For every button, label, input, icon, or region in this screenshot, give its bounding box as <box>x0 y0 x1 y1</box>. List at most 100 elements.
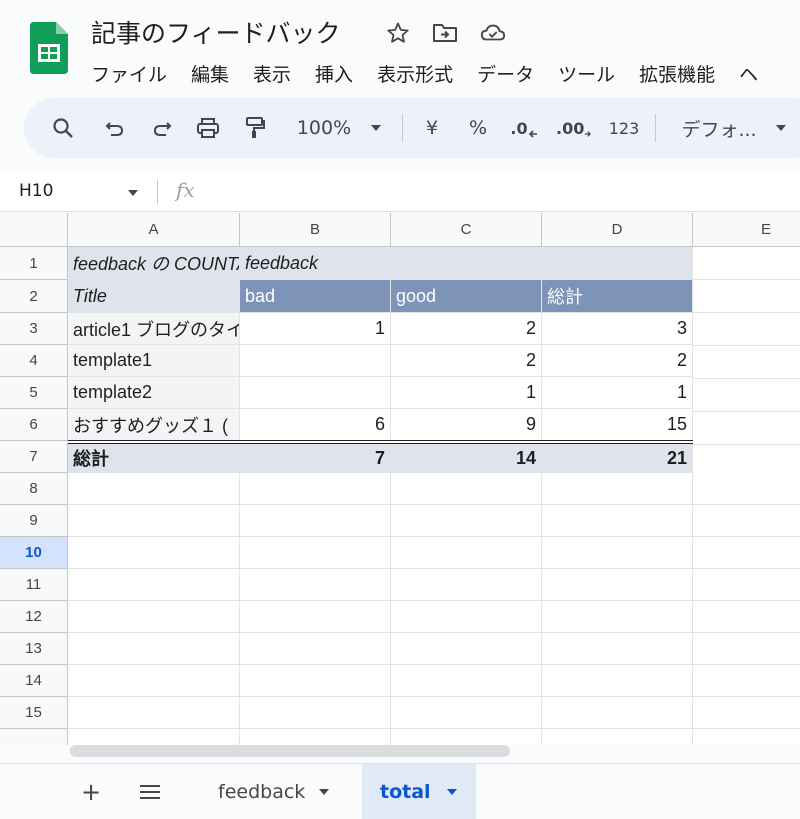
star-icon[interactable] <box>385 20 411 46</box>
table-cell[interactable]: 15 <box>542 409 693 441</box>
document-title[interactable]: 記事のフィードバック <box>91 14 341 50</box>
pivot-column-field[interactable]: feedback <box>240 247 391 280</box>
table-cell[interactable]: 6 <box>240 409 391 441</box>
row-header[interactable]: 11 <box>0 569 68 601</box>
table-cell[interactable]: 1 <box>542 377 693 409</box>
row-header[interactable]: 9 <box>0 505 68 537</box>
table-cell[interactable]: 1 <box>391 377 542 409</box>
spreadsheet-grid[interactable]: A B C D E 1 2 3 4 5 6 7 8 9 10 11 12 13 … <box>0 213 800 745</box>
tab-feedback-label: feedback <box>218 781 306 803</box>
pivot-col-good[interactable]: good <box>391 280 542 313</box>
row-header[interactable]: 8 <box>0 473 68 505</box>
zoom-caret-icon[interactable] <box>367 98 385 158</box>
row-header[interactable]: 3 <box>0 313 68 345</box>
cloud-saved-icon[interactable] <box>480 20 506 46</box>
row-header[interactable]: 15 <box>0 697 68 729</box>
row-header[interactable]: 16 <box>0 729 68 745</box>
table-row-title[interactable]: template2 <box>68 377 240 409</box>
more-formats-button[interactable]: 123 <box>606 98 642 158</box>
tab-feedback[interactable]: feedback <box>190 764 360 819</box>
menu-insert[interactable]: 挿入 <box>315 60 353 87</box>
pivot-header-cell[interactable] <box>542 247 693 280</box>
table-row-title[interactable]: template1 <box>68 345 240 377</box>
formula-divider <box>157 180 158 204</box>
tab-feedback-caret-icon[interactable] <box>319 789 330 795</box>
menu-view[interactable]: 表示 <box>253 60 291 87</box>
menu-extensions[interactable]: 拡張機能 <box>639 60 715 87</box>
menu-edit[interactable]: 編集 <box>191 60 229 87</box>
table-cell[interactable]: 2 <box>542 345 693 377</box>
search-icon[interactable] <box>48 98 78 158</box>
column-header-c[interactable]: C <box>391 213 542 247</box>
pivot-col-bad[interactable]: bad <box>240 280 391 313</box>
toolbar: 100% ¥ % .0 .00 123 デフォ... <box>24 98 800 158</box>
select-all-corner[interactable] <box>0 213 68 247</box>
table-cell[interactable] <box>240 377 391 409</box>
table-cell[interactable] <box>240 345 391 377</box>
grand-total-cell[interactable]: 14 <box>391 444 542 473</box>
row-header[interactable]: 14 <box>0 665 68 697</box>
add-sheet-button[interactable]: + <box>80 764 102 819</box>
print-icon[interactable] <box>193 98 223 158</box>
table-cell[interactable]: 2 <box>391 345 542 377</box>
row-header[interactable]: 2 <box>0 280 68 313</box>
table-cell[interactable]: 9 <box>391 409 542 441</box>
pivot-col-total[interactable]: 総計 <box>542 280 693 313</box>
toolbar-divider <box>402 114 403 142</box>
row-header[interactable]: 4 <box>0 345 68 377</box>
all-sheets-menu-icon[interactable] <box>138 764 162 819</box>
row-header[interactable]: 6 <box>0 409 68 441</box>
table-cell[interactable]: 1 <box>240 313 391 345</box>
table-row-title[interactable]: おすすめグッズ１ ( <box>68 409 240 441</box>
increase-decimal-button[interactable]: .00 <box>556 98 592 158</box>
column-header-e[interactable]: E <box>693 213 800 247</box>
menu-data[interactable]: データ <box>477 60 534 87</box>
menu-bar: ファイル 編集 表示 挿入 表示形式 データ ツール 拡張機能 ヘ <box>91 60 782 87</box>
column-e-cells[interactable] <box>693 247 800 473</box>
menu-tools[interactable]: ツール <box>558 60 615 87</box>
decrease-decimal-label: .0 <box>510 118 528 138</box>
row-header[interactable]: 5 <box>0 377 68 409</box>
table-row-title[interactable]: article1 ブログのタイトル <box>68 313 240 345</box>
tab-total-caret-icon[interactable] <box>446 789 457 795</box>
move-folder-icon[interactable] <box>432 20 458 46</box>
pivot-row-field[interactable]: Title <box>68 280 240 313</box>
table-cell[interactable]: 2 <box>391 313 542 345</box>
horizontal-scrollbar[interactable] <box>70 745 510 757</box>
zoom-value: 100% <box>296 117 352 139</box>
sheets-logo-icon[interactable] <box>30 22 68 74</box>
column-header-b[interactable]: B <box>240 213 391 247</box>
currency-format-button[interactable]: ¥ <box>420 98 444 158</box>
menu-format[interactable]: 表示形式 <box>377 60 453 87</box>
row-header-active[interactable]: 10 <box>0 537 68 569</box>
undo-icon[interactable] <box>100 98 130 158</box>
name-box-caret-icon[interactable] <box>128 190 138 196</box>
grand-total-cell[interactable]: 7 <box>240 444 391 473</box>
grand-total-label[interactable]: 総計 <box>68 444 240 473</box>
row-header[interactable]: 1 <box>0 247 68 280</box>
column-header-d[interactable]: D <box>542 213 693 247</box>
currency-label: ¥ <box>425 117 439 139</box>
row-header[interactable]: 12 <box>0 601 68 633</box>
row-header[interactable]: 7 <box>0 441 68 473</box>
sheet-tab-bar: + feedback total <box>0 763 800 819</box>
column-header-a[interactable]: A <box>68 213 240 247</box>
table-cell[interactable]: 3 <box>542 313 693 345</box>
pivot-value-label[interactable]: feedback の COUNTA <box>68 247 240 280</box>
menu-file[interactable]: ファイル <box>91 60 167 87</box>
zoom-select[interactable]: 100% <box>292 98 356 158</box>
paint-format-icon[interactable] <box>240 98 270 158</box>
font-select[interactable]: デフォ... <box>674 98 764 158</box>
menu-help[interactable]: ヘ <box>739 60 758 87</box>
pivot-header-cell[interactable] <box>391 247 542 280</box>
name-box[interactable]: H10 <box>19 181 53 201</box>
grand-total-cell[interactable]: 21 <box>542 444 693 473</box>
percent-format-button[interactable]: % <box>466 98 490 158</box>
decrease-decimal-button[interactable]: .0 <box>509 98 539 158</box>
tab-total[interactable]: total <box>362 764 476 819</box>
toolbar-divider <box>655 114 656 142</box>
row-header[interactable]: 13 <box>0 633 68 665</box>
redo-icon[interactable] <box>147 98 177 158</box>
font-caret-icon[interactable] <box>772 98 790 158</box>
empty-cells[interactable] <box>68 473 800 745</box>
